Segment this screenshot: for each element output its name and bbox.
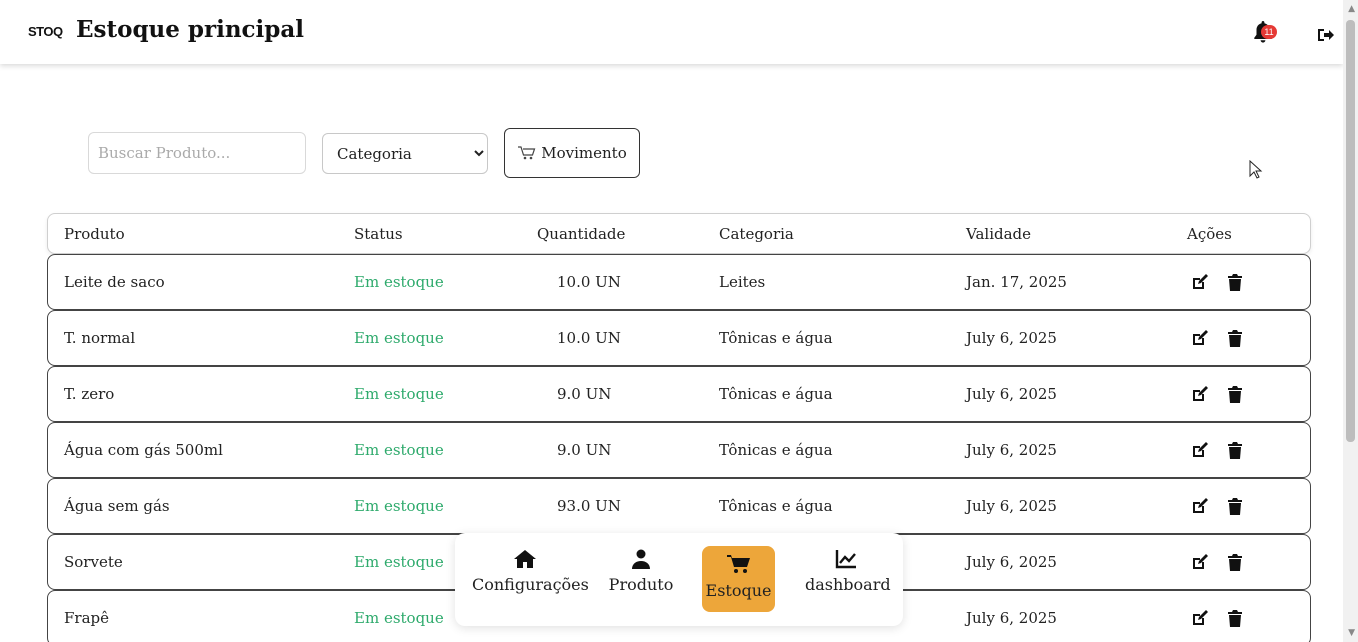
cell-produto: T. zero <box>64 385 115 403</box>
nav-item-configuracoes[interactable]: Configurações <box>472 549 589 594</box>
column-header-quantidade[interactable]: Quantidade <box>537 225 625 243</box>
cart-icon <box>518 146 536 160</box>
column-header-status[interactable]: Status <box>354 225 403 243</box>
trash-icon[interactable] <box>1228 498 1242 515</box>
scroll-down-arrow-icon[interactable]: ▼ <box>1348 628 1355 638</box>
cell-produto: Água com gás 500ml <box>64 441 223 459</box>
column-header-acoes: Ações <box>1187 225 1232 243</box>
cell-status: Em estoque <box>354 497 444 515</box>
page-scrollbar[interactable]: ▲ ▼ <box>1343 0 1358 642</box>
category-select[interactable]: Categoria <box>322 133 488 174</box>
cell-validade: July 6, 2025 <box>966 497 1057 515</box>
top-header: STOQ Estoque principal 11 <box>0 0 1343 64</box>
scroll-thumb[interactable] <box>1346 20 1355 442</box>
cell-produto: Leite de saco <box>64 273 165 291</box>
cell-categoria: Leites <box>719 273 766 291</box>
trash-icon[interactable] <box>1228 554 1242 571</box>
cell-validade: Jan. 17, 2025 <box>966 273 1067 291</box>
cell-status: Em estoque <box>354 609 444 627</box>
cell-produto: Sorvete <box>64 553 123 571</box>
cell-categoria: Tônicas e água <box>719 385 833 403</box>
column-header-categoria[interactable]: Categoria <box>719 225 794 243</box>
user-icon <box>632 549 650 569</box>
cell-validade: July 6, 2025 <box>966 441 1057 459</box>
edit-icon[interactable] <box>1191 554 1208 571</box>
nav-item-produto[interactable]: Produto <box>607 549 675 594</box>
table-header: Produto Status Quantidade Categoria Vali… <box>47 213 1311 254</box>
cell-status: Em estoque <box>354 385 444 403</box>
trash-icon[interactable] <box>1228 386 1242 403</box>
trash-icon[interactable] <box>1228 610 1242 627</box>
column-header-produto[interactable]: Produto <box>64 225 125 243</box>
nav-label: Estoque <box>705 581 772 600</box>
table-row: Água com gás 500ml Em estoque 9.0 UN Tônica… <box>47 422 1311 478</box>
mouse-cursor-icon <box>1249 160 1263 179</box>
movement-button[interactable]: Movimento <box>504 128 640 178</box>
bottom-nav: Configurações Produto Estoque dashboard <box>455 533 903 626</box>
edit-icon[interactable] <box>1191 386 1208 403</box>
chart-line-icon <box>835 550 856 569</box>
cell-status: Em estoque <box>354 329 444 347</box>
cell-produto: Frapê <box>64 609 109 627</box>
cell-categoria: Tônicas e água <box>719 441 833 459</box>
trash-icon[interactable] <box>1228 442 1242 459</box>
cell-quantidade: 9.0 UN <box>557 441 612 459</box>
nav-label: dashboard <box>805 575 891 594</box>
trash-icon[interactable] <box>1228 330 1242 347</box>
edit-icon[interactable] <box>1191 610 1208 627</box>
nav-item-estoque[interactable]: Estoque <box>702 546 775 612</box>
cell-quantidade: 9.0 UN <box>557 385 612 403</box>
movement-label: Movimento <box>541 144 627 162</box>
cell-categoria: Tônicas e água <box>719 497 833 515</box>
nav-label: Configurações <box>472 575 589 594</box>
table-row: Leite de saco Em estoque 10.0 UN Leites Jan.… <box>47 254 1311 310</box>
edit-icon[interactable] <box>1191 274 1208 291</box>
cell-quantidade: 10.0 UN <box>557 273 621 291</box>
table-row: Água sem gás Em estoque 93.0 UN Tônicas e á… <box>47 478 1311 534</box>
nav-item-dashboard[interactable]: dashboard <box>805 549 891 594</box>
cell-validade: July 6, 2025 <box>966 553 1057 571</box>
edit-icon[interactable] <box>1191 498 1208 515</box>
logout-icon[interactable] <box>1317 26 1335 44</box>
cell-quantidade: 10.0 UN <box>557 329 621 347</box>
cell-status: Em estoque <box>354 441 444 459</box>
table-row: T. zero Em estoque 9.0 UN Tônicas e água Jul… <box>47 366 1311 422</box>
trash-icon[interactable] <box>1228 274 1242 291</box>
cell-produto: Água sem gás <box>64 497 170 515</box>
edit-icon[interactable] <box>1191 442 1208 459</box>
cell-quantidade: 93.0 UN <box>557 497 621 515</box>
cell-validade: July 6, 2025 <box>966 385 1057 403</box>
column-header-validade[interactable]: Validade <box>966 225 1031 243</box>
cart-icon <box>726 555 750 573</box>
nav-label: Produto <box>608 575 674 594</box>
scroll-up-arrow-icon[interactable]: ▲ <box>1348 4 1355 14</box>
page-title: Estoque principal <box>76 16 305 43</box>
search-input[interactable] <box>88 132 306 174</box>
cell-validade: July 6, 2025 <box>966 329 1057 347</box>
cell-validade: July 6, 2025 <box>966 609 1057 627</box>
app-logo[interactable]: STOQ <box>28 24 63 39</box>
cell-produto: T. normal <box>64 329 136 347</box>
edit-icon[interactable] <box>1191 330 1208 347</box>
cell-status: Em estoque <box>354 273 444 291</box>
table-row: T. normal Em estoque 10.0 UN Tônicas e água… <box>47 310 1311 366</box>
home-icon <box>514 550 536 568</box>
cell-categoria: Tônicas e água <box>719 329 833 347</box>
notification-badge: 11 <box>1261 25 1277 39</box>
cell-status: Em estoque <box>354 553 444 571</box>
